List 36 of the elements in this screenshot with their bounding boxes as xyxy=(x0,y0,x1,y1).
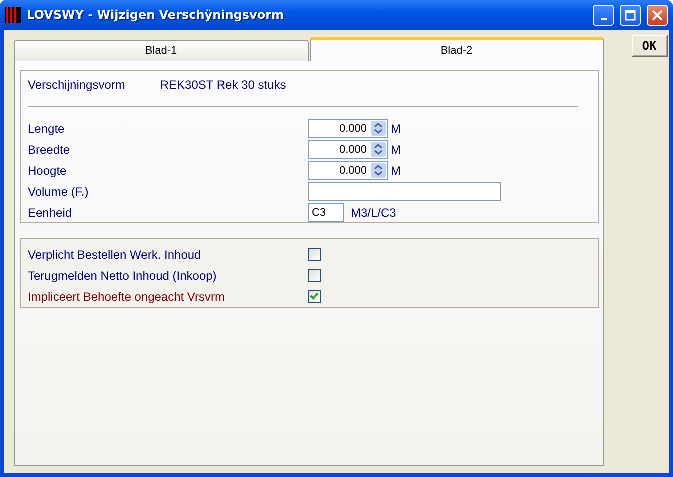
field-label: Lengte xyxy=(28,122,66,136)
input-field[interactable] xyxy=(308,182,501,201)
checkbox-label: Terugmelden Netto Inhoud (Inkoop) xyxy=(28,268,218,282)
minimize-icon xyxy=(600,18,606,20)
unit-label: M3/L/C3 xyxy=(351,206,396,220)
field-label: Volume (F.) xyxy=(28,184,90,198)
checkbox[interactable] xyxy=(308,248,321,261)
spinner-icon[interactable] xyxy=(371,163,386,178)
field-value: REK30ST Rek 30 stuks xyxy=(160,78,286,92)
spinner-icon[interactable] xyxy=(371,121,386,136)
number-field[interactable]: 0.000 xyxy=(308,161,388,180)
checkbox[interactable] xyxy=(308,269,321,282)
field-label: Verschijningsvorm xyxy=(28,78,126,92)
close-button[interactable] xyxy=(647,4,668,26)
field-label: Hoogte xyxy=(28,164,68,178)
minimize-button[interactable] xyxy=(593,4,614,26)
app-icon xyxy=(5,7,21,23)
tab[interactable]: Blad-1 xyxy=(14,40,308,61)
field-label: Eenheid xyxy=(28,206,74,220)
checkbox-label: Impliceert Behoefte ongeacht Vrsvrm xyxy=(28,290,226,304)
input-field[interactable]: C3 xyxy=(308,203,344,222)
tab[interactable]: Blad-2 xyxy=(310,37,604,61)
unit-label: M xyxy=(391,122,401,136)
field-label: Breedte xyxy=(28,142,72,156)
number-field[interactable]: 0.000 xyxy=(308,119,388,138)
number-field[interactable]: 0.000 xyxy=(308,140,388,159)
maximize-icon xyxy=(625,10,636,20)
unit-label: M xyxy=(391,142,401,156)
close-icon xyxy=(652,10,663,20)
window-title: LOVSWY - Wijzigen Verschÿningsvorm xyxy=(27,8,286,22)
ok-button[interactable]: OK xyxy=(632,35,668,57)
checkbox[interactable] xyxy=(308,290,321,303)
maximize-button[interactable] xyxy=(620,4,641,26)
spinner-icon[interactable] xyxy=(371,142,386,157)
unit-label: M xyxy=(391,164,401,178)
checkbox-label: Verplicht Bestellen Werk. Inhoud xyxy=(28,248,202,262)
